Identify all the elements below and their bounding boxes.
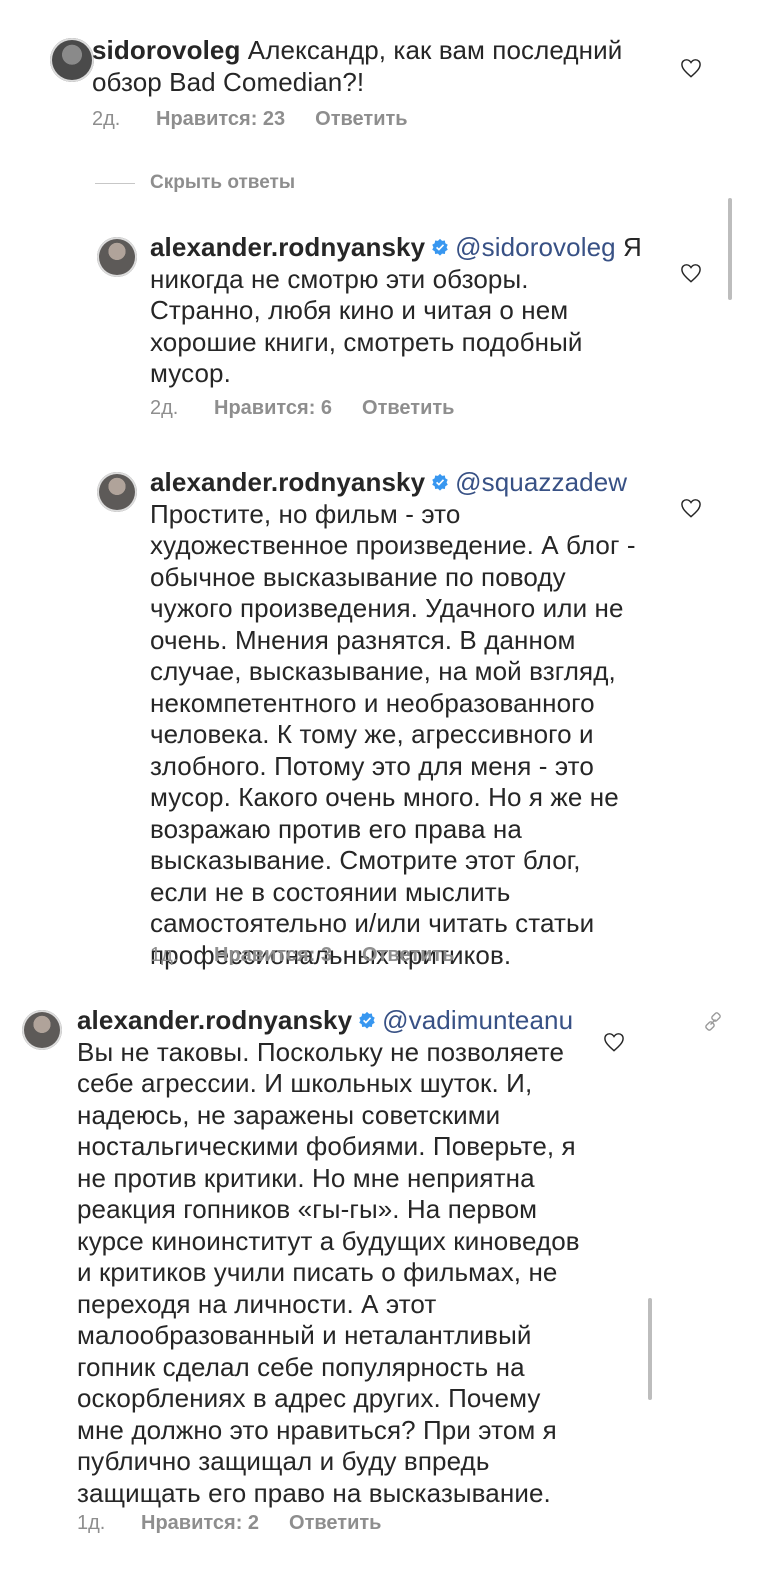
comment-meta: 2д. Нравится: 23 Ответить	[92, 108, 408, 131]
comment-age: 1д.	[77, 1512, 106, 1534]
avatar[interactable]	[97, 237, 137, 277]
comment-meta: 2д. Нравится: 6 Ответить	[150, 397, 454, 420]
link-icon[interactable]	[703, 1012, 723, 1032]
heart-outline-icon[interactable]	[680, 498, 702, 518]
heart-outline-icon[interactable]	[603, 1032, 625, 1052]
comment-body: alexander.rodnyansky @sidorovoleg Я никог…	[150, 232, 645, 390]
avatar[interactable]	[50, 38, 94, 82]
username[interactable]: alexander.rodnyansky	[77, 1005, 352, 1035]
divider	[95, 182, 135, 184]
reply-comment: alexander.rodnyansky @squazzadew Простите…	[0, 460, 766, 980]
comment-scrollbar[interactable]	[648, 1298, 652, 1400]
hide-replies-toggle[interactable]: Скрыть ответы	[95, 172, 295, 194]
mention-link[interactable]: @sidorovoleg	[455, 232, 616, 262]
username[interactable]: alexander.rodnyansky	[150, 467, 425, 497]
username[interactable]: alexander.rodnyansky	[150, 232, 425, 262]
replies-scrollbar[interactable]	[728, 198, 732, 300]
comment: alexander.rodnyansky @vadimunteanu Вы не …	[0, 1000, 766, 1560]
likes-count[interactable]: Нравится: 6	[214, 397, 332, 420]
comment-meta: 1д. Нравится: 3 Ответить	[150, 944, 454, 967]
verified-badge-icon	[359, 1011, 375, 1029]
reply-button[interactable]: Ответить	[362, 944, 454, 967]
reply-button[interactable]: Ответить	[362, 397, 454, 420]
comment-body: alexander.rodnyansky @vadimunteanu Вы не …	[77, 1005, 582, 1509]
avatar[interactable]	[22, 1010, 62, 1050]
reply-button[interactable]: Ответить	[289, 1512, 381, 1535]
heart-outline-icon[interactable]	[680, 263, 702, 283]
heart-outline-icon[interactable]	[680, 58, 702, 78]
username[interactable]: sidorovoleg	[92, 35, 240, 65]
comment-body: sidorovoleg Александр, как вам последний…	[92, 35, 652, 98]
likes-count[interactable]: Нравится: 3	[214, 944, 332, 967]
verified-badge-icon	[432, 473, 448, 491]
comment-text: Вы не таковы. Поскольку не позволяете се…	[77, 1036, 580, 1508]
hide-replies-label: Скрыть ответы	[150, 172, 296, 193]
likes-count[interactable]: Нравится: 2	[141, 1512, 259, 1535]
mention-link[interactable]: @vadimunteanu	[382, 1005, 573, 1035]
comment-age: 1д.	[150, 944, 179, 966]
avatar[interactable]	[97, 472, 137, 512]
likes-count[interactable]: Нравится: 23	[156, 108, 285, 131]
comment: sidorovoleg Александр, как вам последний…	[0, 0, 766, 140]
comment-text: Простите, но фильм - это художественное …	[150, 498, 636, 970]
reply-button[interactable]: Ответить	[315, 108, 407, 131]
comment-age: 2д.	[150, 397, 179, 419]
verified-badge-icon	[432, 238, 448, 256]
comment-body: alexander.rodnyansky @squazzadew Простите…	[150, 467, 645, 971]
comment-meta: 1д. Нравится: 2 Ответить	[77, 1512, 381, 1535]
mention-link[interactable]: @squazzadew	[455, 467, 627, 497]
comment-age: 2д.	[92, 108, 121, 130]
reply-comment: alexander.rodnyansky @sidorovoleg Я никог…	[0, 225, 766, 435]
